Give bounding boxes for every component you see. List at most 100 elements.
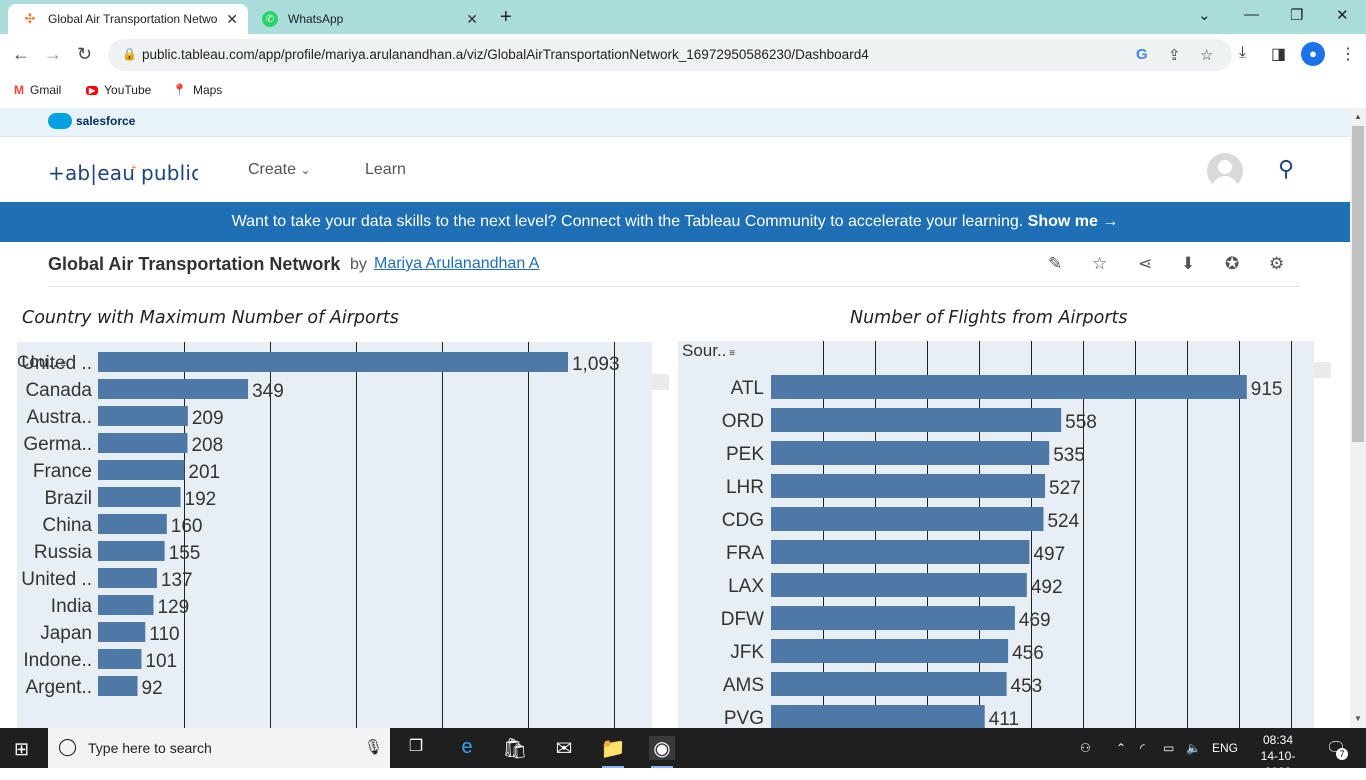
- mail-icon[interactable]: ✉: [551, 736, 577, 760]
- store-icon[interactable]: 🛍: [502, 736, 528, 760]
- bar[interactable]: [98, 595, 154, 615]
- bar[interactable]: [771, 639, 1009, 663]
- data-label: 524: [1047, 511, 1079, 532]
- volume-icon[interactable]: 🔈: [1186, 741, 1201, 755]
- badge-icon[interactable]: ✪: [1225, 254, 1239, 274]
- windows-start-icon[interactable]: ⊞: [14, 739, 29, 760]
- bar[interactable]: [98, 568, 157, 588]
- bar[interactable]: [771, 474, 1046, 498]
- battery-icon[interactable]: ▭: [1163, 741, 1174, 755]
- address-bar[interactable]: 🔒 public.tableau.com/app/profile/mariya.…: [108, 39, 1232, 71]
- bar[interactable]: [98, 406, 188, 426]
- category-label: Germa..: [23, 434, 92, 455]
- profile-avatar-icon[interactable]: ●: [1301, 42, 1325, 66]
- data-label: 527: [1049, 478, 1081, 499]
- reload-icon[interactable]: ↻: [77, 44, 92, 65]
- youtube-icon: ▶: [86, 85, 99, 95]
- scroll-down-icon[interactable]: ▼: [1354, 714, 1362, 723]
- user-avatar[interactable]: [1207, 153, 1243, 189]
- edge-icon[interactable]: e: [454, 736, 480, 760]
- minimize-icon[interactable]: —: [1244, 6, 1259, 23]
- taskbar-clock[interactable]: 08:34 14-10-2023: [1256, 732, 1300, 780]
- bookmark-star-icon[interactable]: ☆: [1200, 46, 1213, 64]
- language-indicator[interactable]: ENG: [1212, 741, 1238, 755]
- google-translate-icon[interactable]: G: [1136, 46, 1148, 63]
- bookmark-maps[interactable]: 📍 Maps: [172, 83, 222, 97]
- restore-icon[interactable]: ❐: [1290, 6, 1303, 24]
- bar[interactable]: [771, 540, 1030, 564]
- salesforce-logo[interactable]: salesforce: [48, 113, 135, 129]
- search-icon[interactable]: ⚲: [1278, 156, 1294, 182]
- tray-chevron-icon[interactable]: ⌃: [1116, 741, 1126, 755]
- category-label: LHR: [726, 477, 764, 498]
- file-explorer-icon[interactable]: 📁: [600, 736, 626, 768]
- scrollbar-thumb[interactable]: [1352, 126, 1364, 442]
- category-label: Brazil: [44, 488, 92, 509]
- url-text[interactable]: public.tableau.com/app/profile/mariya.ar…: [142, 47, 869, 62]
- bar[interactable]: [98, 379, 249, 399]
- bar[interactable]: [771, 375, 1247, 399]
- clock-time: 08:34: [1262, 733, 1294, 747]
- side-panel-icon[interactable]: ◨: [1271, 44, 1286, 64]
- chart-2-scrollbar[interactable]: [1314, 362, 1331, 378]
- tableau-public-logo[interactable]: +ab|eau + public: [48, 159, 202, 193]
- bar[interactable]: [771, 408, 1062, 432]
- microphone-icon[interactable]: 🎙: [364, 738, 383, 756]
- data-label: 456: [1012, 643, 1044, 664]
- bookmark-label: YouTube: [104, 83, 152, 97]
- tab-whatsapp[interactable]: ✆ WhatsApp ✕: [248, 4, 488, 34]
- page-scrollbar[interactable]: ▲ ▼: [1350, 108, 1366, 728]
- data-label: 453: [1011, 676, 1043, 697]
- bookmark-youtube[interactable]: ▶ YouTube: [86, 83, 151, 97]
- new-tab-icon[interactable]: +: [500, 6, 512, 29]
- bar[interactable]: [98, 487, 181, 507]
- bar[interactable]: [98, 352, 568, 372]
- bar[interactable]: [98, 514, 167, 534]
- bar[interactable]: [771, 672, 1007, 696]
- nav-create[interactable]: Create ⌄: [248, 161, 311, 179]
- share-icon[interactable]: ⋖: [1138, 254, 1152, 274]
- forward-icon[interactable]: →: [44, 44, 62, 65]
- taskbar-search-placeholder: Type here to search: [88, 740, 212, 756]
- clock-date: 14-10-2023: [1260, 749, 1296, 779]
- people-icon[interactable]: ⚇: [1080, 741, 1091, 755]
- bar[interactable]: [98, 676, 138, 696]
- bar[interactable]: [98, 541, 165, 561]
- chart-1-scrollbar[interactable]: [652, 374, 669, 390]
- tab-tableau[interactable]: ✣ Global Air Transportation Netwo ✕: [8, 4, 248, 34]
- menu-icon[interactable]: ⋮: [1340, 44, 1356, 64]
- community-banner: Want to take your data skills to the nex…: [0, 202, 1350, 242]
- share-icon[interactable]: ⇪: [1168, 46, 1181, 64]
- show-me-link[interactable]: Show me →: [1028, 213, 1119, 230]
- download-icon[interactable]: ⬇: [1181, 254, 1195, 274]
- bar[interactable]: [98, 649, 142, 669]
- nav-learn[interactable]: Learn: [365, 161, 406, 179]
- author-link[interactable]: Mariya Arulanandhan A: [374, 255, 539, 273]
- bar[interactable]: [771, 507, 1044, 531]
- edit-viz-icon[interactable]: ✎: [1048, 254, 1062, 274]
- download-icon[interactable]: ⤓: [1239, 44, 1246, 62]
- close-tab-icon[interactable]: ✕: [466, 11, 478, 28]
- bookmark-gmail[interactable]: M Gmail: [14, 83, 61, 97]
- bar[interactable]: [771, 606, 1015, 630]
- category-label: Japan: [40, 623, 92, 644]
- bar[interactable]: [98, 622, 146, 642]
- close-tab-icon[interactable]: ✕: [226, 11, 238, 28]
- bar[interactable]: [771, 705, 985, 728]
- task-view-icon[interactable]: ❐: [403, 736, 429, 760]
- chrome-icon[interactable]: ◉: [649, 736, 675, 768]
- network-icon[interactable]: ◜: [1140, 741, 1145, 755]
- close-window-icon[interactable]: ✕: [1336, 6, 1349, 24]
- settings-gear-icon[interactable]: ⚙: [1269, 254, 1284, 274]
- bar[interactable]: [98, 433, 188, 453]
- back-icon[interactable]: ←: [12, 44, 30, 65]
- bar[interactable]: [771, 441, 1050, 465]
- tab-search-chevron-icon[interactable]: ⌄: [1198, 6, 1211, 24]
- favorite-star-icon[interactable]: ☆: [1092, 254, 1107, 274]
- svg-text:+: +: [131, 163, 137, 174]
- bar[interactable]: [98, 460, 185, 480]
- bar[interactable]: [771, 573, 1027, 597]
- category-label: Canada: [25, 380, 92, 401]
- scroll-up-icon[interactable]: ▲: [1354, 112, 1362, 121]
- taskbar-search[interactable]: ◯ Type here to search 🎙: [48, 728, 390, 768]
